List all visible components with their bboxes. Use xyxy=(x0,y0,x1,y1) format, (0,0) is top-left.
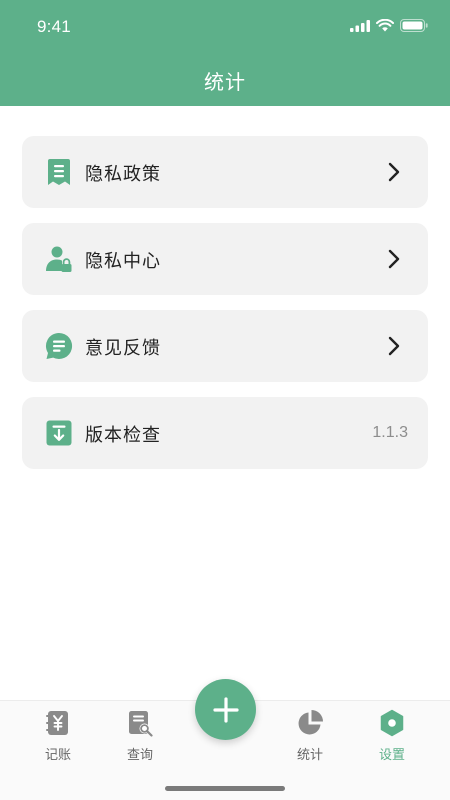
chat-bubble-icon xyxy=(45,332,73,360)
user-lock-icon xyxy=(45,245,73,273)
chevron-right-icon xyxy=(388,249,400,269)
status-time: 9:41 xyxy=(37,17,71,36)
tab-statistics[interactable]: 统计 xyxy=(280,709,340,763)
status-bar: 9:41 xyxy=(0,0,450,56)
menu-item-label: 隐私中心 xyxy=(85,251,161,272)
status-icons xyxy=(350,19,428,32)
menu-item-feedback[interactable]: 意见反馈 xyxy=(22,310,428,382)
chevron-right-icon xyxy=(388,162,400,182)
signal-icon xyxy=(350,19,370,32)
home-indicator xyxy=(165,786,285,791)
menu-item-privacy-policy[interactable]: 隐私政策 xyxy=(22,136,428,208)
version-number: 1.1.3 xyxy=(372,424,408,441)
settings-menu: 隐私政策 隐私中心 意见反馈 版本检查 1.1.3 xyxy=(22,136,428,484)
hexagon-settings-icon xyxy=(380,709,404,737)
wifi-icon xyxy=(376,19,394,32)
app-header: 9:41 统计 xyxy=(0,0,450,106)
menu-item-label: 隐私政策 xyxy=(85,164,161,185)
tab-label: 统计 xyxy=(296,748,323,763)
tab-search[interactable]: 查询 xyxy=(110,709,170,763)
tab-label: 查询 xyxy=(126,748,153,763)
document-list-icon xyxy=(45,158,73,186)
menu-item-label: 意见反馈 xyxy=(85,338,161,359)
add-record-button[interactable] xyxy=(195,679,256,740)
download-box-icon xyxy=(45,419,73,447)
menu-item-privacy-center[interactable]: 隐私中心 xyxy=(22,223,428,295)
menu-item-label: 版本检查 xyxy=(85,425,161,446)
pie-chart-icon xyxy=(298,710,323,735)
tab-label: 设置 xyxy=(378,748,405,763)
yen-ledger-icon xyxy=(46,711,68,735)
tab-settings[interactable]: 设置 xyxy=(362,709,422,763)
menu-item-version-check[interactable]: 版本检查 1.1.3 xyxy=(22,397,428,469)
tab-bookkeeping[interactable]: 记账 xyxy=(28,709,88,763)
search-document-icon xyxy=(129,711,153,737)
plus-icon xyxy=(212,696,239,723)
battery-icon xyxy=(400,19,428,32)
tab-label: 记账 xyxy=(44,748,71,763)
page-title: 统计 xyxy=(204,70,246,94)
chevron-right-icon xyxy=(388,336,400,356)
